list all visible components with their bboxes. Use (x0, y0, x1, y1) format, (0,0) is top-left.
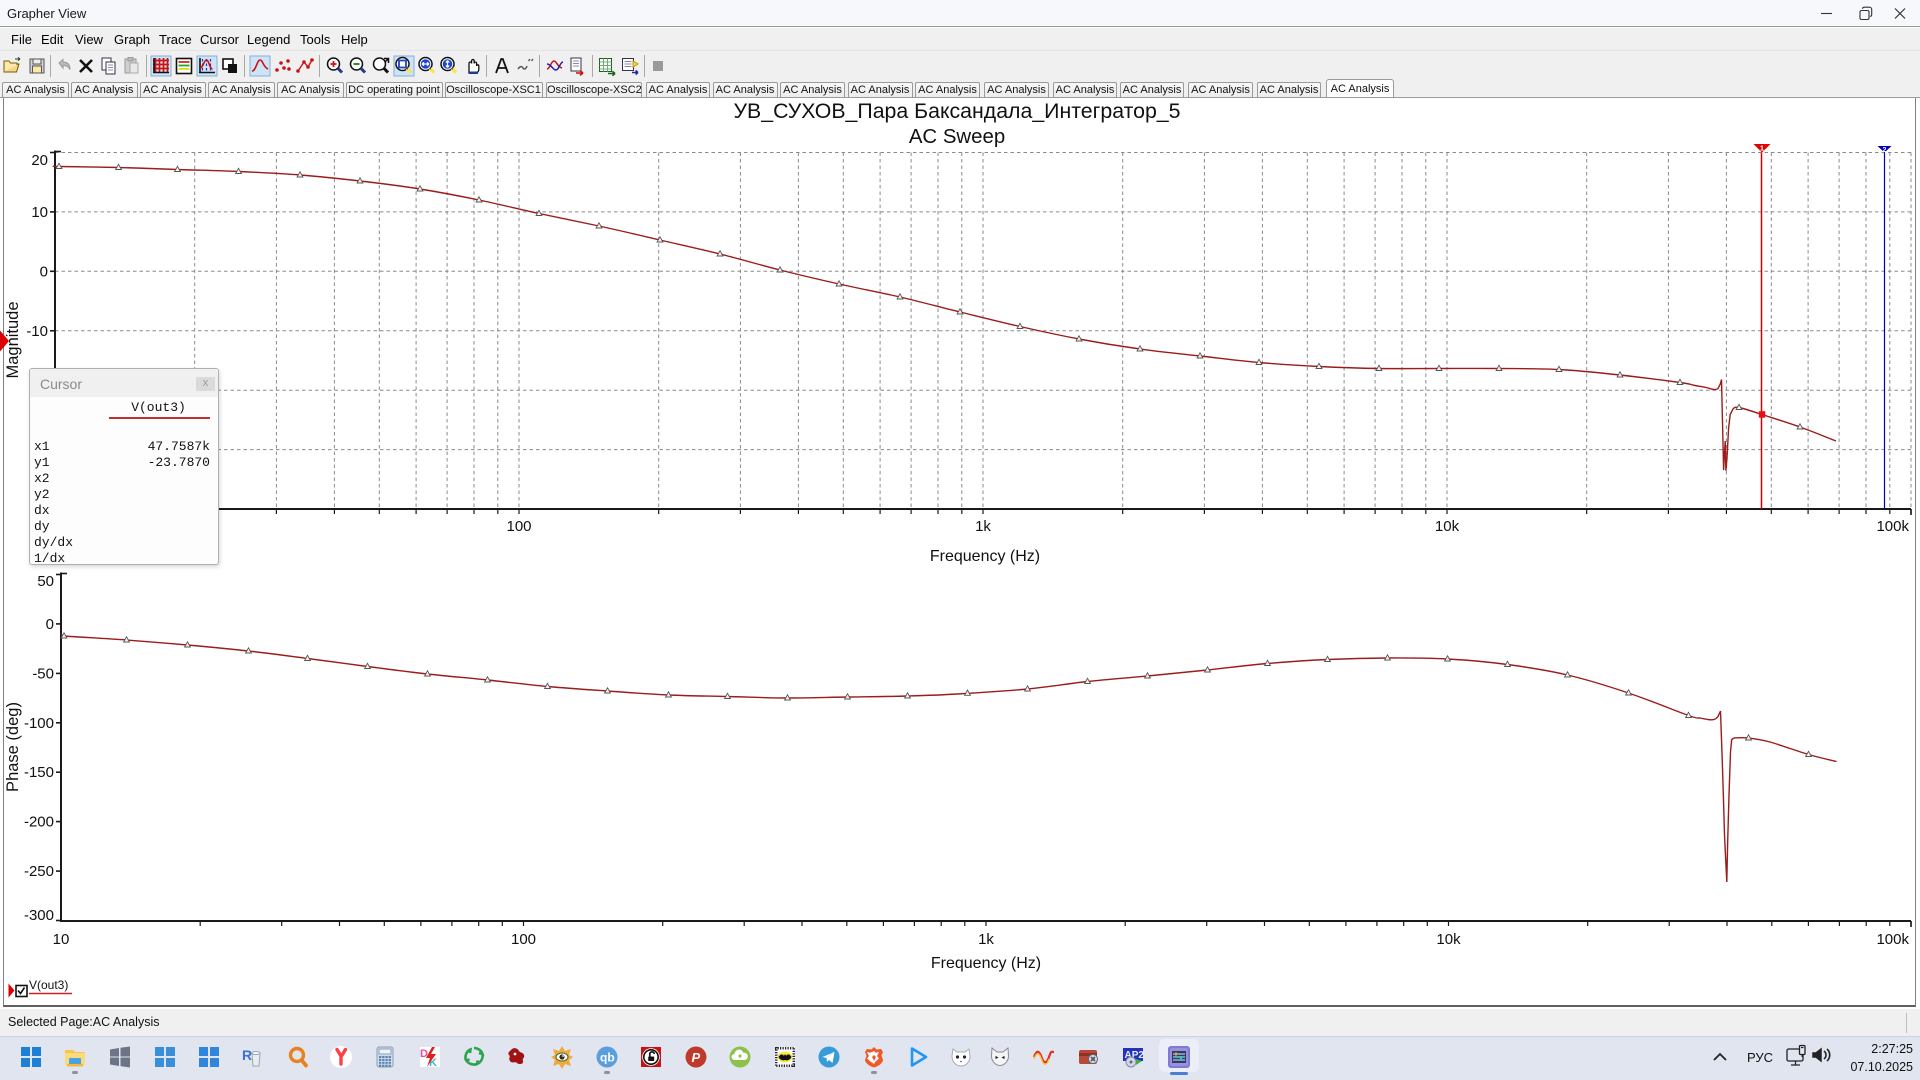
svg-text:R: R (242, 1047, 252, 1063)
svg-text:20: 20 (31, 152, 48, 169)
svg-text:1k: 1k (975, 518, 991, 535)
svg-text:Phase (deg): Phase (deg) (4, 702, 22, 792)
svg-text:Frequency (Hz): Frequency (Hz) (930, 548, 1040, 565)
svg-text:AC Sweep: AC Sweep (909, 126, 1005, 148)
svg-text:10: 10 (53, 931, 70, 948)
svg-text:10: 10 (31, 204, 48, 221)
svg-text:-150: -150 (24, 764, 54, 781)
svg-text:-200: -200 (24, 814, 54, 831)
svg-text:-300: -300 (24, 907, 54, 924)
svg-text:0: 0 (46, 616, 54, 633)
svg-text:-250: -250 (24, 863, 54, 880)
svg-text:P: P (692, 1050, 701, 1065)
svg-text:10k: 10k (1436, 931, 1461, 948)
svg-text:10k: 10k (1435, 518, 1460, 535)
svg-text:-50: -50 (32, 665, 54, 682)
svg-text:100k: 100k (1876, 518, 1909, 535)
svg-text:0: 0 (40, 263, 48, 280)
svg-text:2: 2 (1883, 147, 1887, 154)
svg-text:07.10.2025: 07.10.2025 (1850, 1060, 1913, 1074)
svg-text:2:27:25: 2:27:25 (1871, 1042, 1913, 1056)
svg-text:УВ_СУХОВ_Пара Баксандала_Интег: УВ_СУХОВ_Пара Баксандала_Интегратор_5 (734, 99, 1181, 123)
svg-text:50: 50 (37, 573, 54, 590)
svg-text:qb: qb (600, 1051, 615, 1065)
svg-text:100k: 100k (1876, 931, 1909, 948)
svg-text:1: 1 (1760, 144, 1764, 153)
svg-text:D: D (420, 1048, 428, 1060)
svg-text:100: 100 (506, 518, 531, 535)
svg-text:V(out3): V(out3) (29, 978, 68, 992)
svg-text:100: 100 (511, 931, 536, 948)
svg-text:1k: 1k (978, 931, 994, 948)
svg-text:РУС: РУС (1747, 1050, 1773, 1065)
svg-text:-100: -100 (24, 715, 54, 732)
svg-text:-10: -10 (26, 323, 48, 340)
svg-text:Frequency (Hz): Frequency (Hz) (931, 955, 1041, 972)
